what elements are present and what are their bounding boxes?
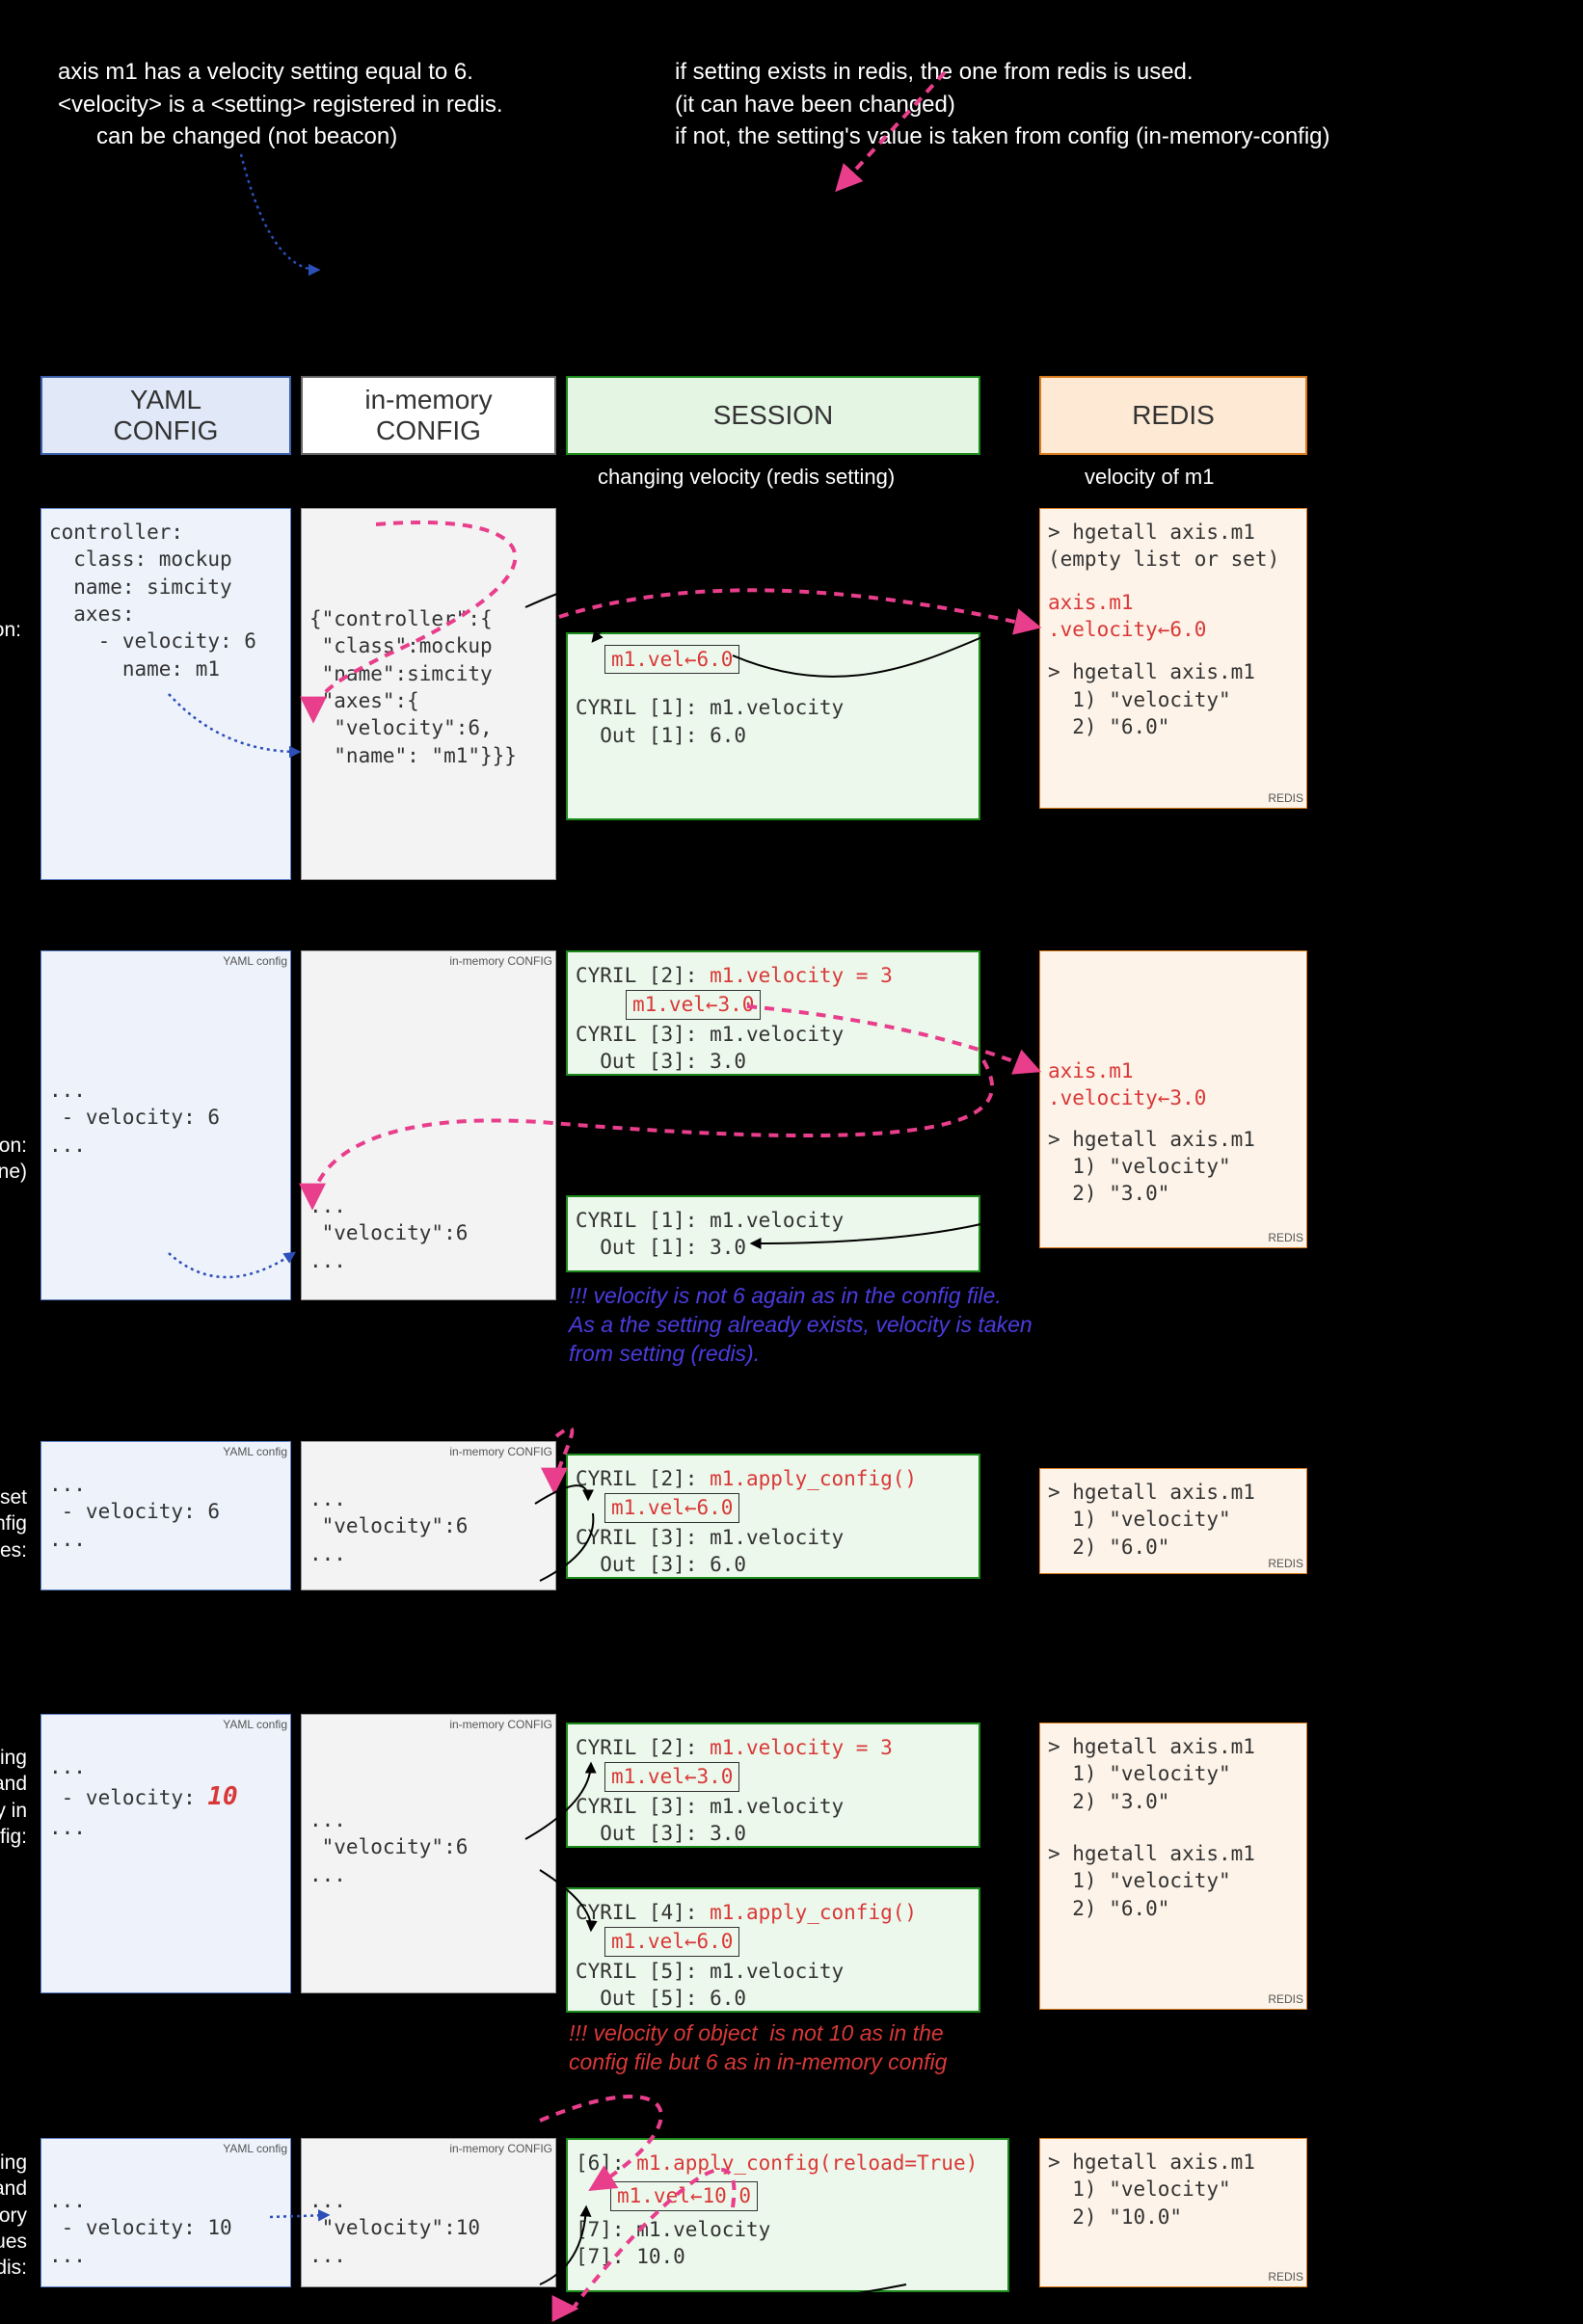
r1-mem-box: {"controller":{ "class":mockup "name":si… [301, 508, 556, 880]
redis-tag: REDIS [1268, 1556, 1303, 1571]
diagram-canvas: axis m1 has a velocity setting equal to … [0, 0, 1583, 2324]
header-redis-subtitle: velocity of m1 [1085, 465, 1215, 490]
r1-session-cache: m1.vel←6.0 [604, 645, 739, 674]
redis-tag: REDIS [1268, 1991, 1303, 2007]
r3-mem-box: in-memory CONFIG ... "velocity":6 ... [301, 1441, 556, 1590]
header-in-memory-config: in-memory CONFIG [301, 376, 556, 455]
r2-note: !!! velocity is not 6 again as in the co… [569, 1282, 1147, 1369]
r4-session-cache-a: m1.vel←3.0 [604, 1762, 739, 1791]
redis-tag: REDIS [1268, 790, 1303, 806]
r4-redis-box: > hgetall axis.m1 1) "velocity" 2) "3.0"… [1039, 1723, 1307, 2010]
row-label-force-reset: force reset in-mem config values: [0, 1484, 27, 1563]
yaml-tag: YAML config [223, 1717, 287, 1732]
intro-text-left: axis m1 has a velocity setting equal to … [58, 56, 503, 153]
yaml-tag: YAML config [223, 1444, 287, 1459]
r4-session-cache-b: m1.vel←6.0 [604, 1927, 739, 1956]
r4-session-box-b: CYRIL [4]: m1.apply_config() m1.vel←6.0 … [566, 1887, 980, 2013]
header-session-subtitle: changing velocity (redis setting) [598, 465, 895, 490]
header-redis: REDIS [1039, 376, 1307, 455]
r1-yaml-box: controller: class: mockup name: simcity … [40, 508, 291, 880]
row-label-restart-session: re-start session: (or another one) [0, 1133, 27, 1186]
r4-yaml-box: YAML config ... - velocity: 10 ... [40, 1714, 291, 1993]
r3-redis-box: > hgetall axis.m1 1) "velocity" 2) "6.0"… [1039, 1468, 1307, 1574]
r2-session-box-b: CYRIL [1]: m1.velocity Out [1]: 3.0 [566, 1195, 980, 1272]
r3-session-cache: m1.vel←6.0 [604, 1493, 739, 1522]
r5-yaml-box: YAML config ... - velocity: 10 ... [40, 2138, 291, 2287]
r2-yaml-box: YAML config ... - velocity: 6 ... [40, 950, 291, 1300]
header-session: SESSION [566, 376, 980, 455]
r3-yaml-box: YAML config ... - velocity: 6 ... [40, 1441, 291, 1590]
r4-note: !!! velocity of object is not 10 as in t… [569, 2019, 1070, 2077]
r5-session-cache: m1.vel←10.0 [610, 2181, 758, 2210]
row-label-after-change: After changing by hand velocity in YAML … [0, 1745, 27, 1850]
r2-session-cache-a: m1.vel←3.0 [626, 990, 761, 1019]
row-label-force-reload: to force re-reading of YAML config and r… [0, 2150, 27, 2281]
r5-session-box: [6]: m1.apply_config(reload=True) m1.vel… [566, 2138, 1009, 2292]
mem-tag: in-memory CONFIG [449, 953, 552, 969]
redis-tag: REDIS [1268, 2269, 1303, 2284]
header-yaml-config: YAML CONFIG [40, 376, 291, 455]
r1-redis-box: > hgetall axis.m1 (empty list or set) ax… [1039, 508, 1307, 809]
yaml-tag: YAML config [223, 2141, 287, 2156]
row-label-start-session: start session: [0, 617, 21, 643]
intro-text-right: if setting exists in redis, the one from… [675, 56, 1330, 153]
yaml-tag: YAML config [223, 953, 287, 969]
mem-tag: in-memory CONFIG [449, 1444, 552, 1459]
r5-redis-box: > hgetall axis.m1 1) "velocity" 2) "10.0… [1039, 2138, 1307, 2287]
r2-session-box-a: CYRIL [2]: m1.velocity = 3 m1.vel←3.0 CY… [566, 950, 980, 1076]
mem-tag: in-memory CONFIG [449, 2141, 552, 2156]
r5-mem-box: in-memory CONFIG ... "velocity":10 ... [301, 2138, 556, 2287]
r2-redis-box: axis.m1 .velocity←3.0 > hgetall axis.m1 … [1039, 950, 1307, 1248]
r3-session-box: CYRIL [2]: m1.apply_config() m1.vel←6.0 … [566, 1454, 980, 1579]
r2-mem-box: in-memory CONFIG ... "velocity":6 ... [301, 950, 556, 1300]
redis-tag: REDIS [1268, 1230, 1303, 1245]
r1-session-box: m1.vel←6.0 CYRIL [1]: m1.velocity Out [1… [566, 632, 980, 820]
r4-yaml-changed-value: 10 [207, 1782, 237, 1811]
r4-mem-box: in-memory CONFIG ... "velocity":6 ... [301, 1714, 556, 1993]
r4-session-box-a: CYRIL [2]: m1.velocity = 3 m1.vel←3.0 CY… [566, 1723, 980, 1848]
mem-tag: in-memory CONFIG [449, 1717, 552, 1732]
